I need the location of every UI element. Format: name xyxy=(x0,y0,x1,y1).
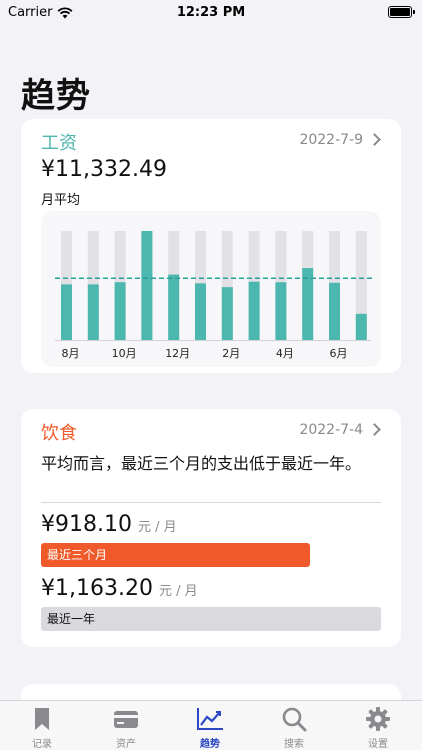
tab-label: 资产 xyxy=(116,739,136,750)
status-time: 12:23 PM xyxy=(176,5,246,20)
tab-records[interactable]: 记录 xyxy=(12,705,72,750)
salary-trend-card[interactable]: 工资 2022-7-9 ¥11,332.49 月平均 8月 10月 12月 2月 4月 6… xyxy=(21,119,401,373)
chart-bar xyxy=(275,282,287,340)
gear-icon xyxy=(366,707,390,731)
year-amount: ¥1,163.20 xyxy=(41,576,153,601)
card-icon xyxy=(114,711,138,728)
chart-tick-label: 10月 xyxy=(112,347,137,360)
divider xyxy=(41,502,381,503)
chart-bar xyxy=(355,313,367,340)
chart-bar xyxy=(114,282,126,340)
recent-amount-row: ¥918.10 元 / 月 xyxy=(41,512,177,537)
tab-assets[interactable]: 资产 xyxy=(96,705,156,750)
tab-search[interactable]: 搜索 xyxy=(264,705,324,750)
recent-amount: ¥918.10 xyxy=(41,512,132,537)
chart-tick-label: 12月 xyxy=(165,347,190,360)
chart-tick-label: 2月 xyxy=(222,347,240,360)
search-icon xyxy=(282,707,307,732)
tab-label: 记录 xyxy=(32,739,52,750)
chart-tick-label: 6月 xyxy=(330,347,348,360)
year-bar-label: 最近一年 xyxy=(47,612,96,626)
recent-unit: 元 / 月 xyxy=(137,520,177,535)
tab-settings[interactable]: 设置 xyxy=(348,705,408,750)
chevron-right-icon[interactable] xyxy=(368,423,381,436)
chart-bar xyxy=(87,284,99,340)
year-unit: 元 / 月 xyxy=(158,584,198,599)
chart-bar xyxy=(168,274,180,340)
bookmark-icon xyxy=(35,708,49,730)
status-bar: Carrier 12:23 PM xyxy=(0,0,422,24)
tab-bar: 记录 资产 趋势 搜索 设置 xyxy=(0,700,422,750)
chart-bar xyxy=(329,282,340,340)
salary-card-date: 2022-7-9 xyxy=(299,132,363,148)
salary-bar-chart: 8月 10月 12月 2月 4月 6月 xyxy=(41,211,381,367)
salary-chart-svg: 8月 10月 12月 2月 4月 6月 xyxy=(55,231,373,360)
chart-bar xyxy=(141,231,153,340)
chart-tick-label: 4月 xyxy=(276,347,294,360)
recent-bar-label: 最近三个月 xyxy=(47,548,108,562)
chart-bar xyxy=(195,283,206,340)
food-statement: 平均而言，最近三个月的支出低于最近一年。 xyxy=(41,454,362,473)
tab-label: 搜索 xyxy=(284,739,304,750)
chart-bar xyxy=(248,281,260,340)
chart-tick-label: 8月 xyxy=(62,347,80,360)
recent-bar: 最近三个月 xyxy=(41,543,310,567)
food-trend-card[interactable]: 饮食 2022-7-4 平均而言，最近三个月的支出低于最近一年。 ¥918.10… xyxy=(21,409,401,647)
page-title: 趋势 xyxy=(21,76,91,116)
food-card-date: 2022-7-4 xyxy=(299,422,363,438)
tab-trends[interactable]: 趋势 xyxy=(180,705,240,750)
chart-icon xyxy=(197,708,223,730)
chart-bar xyxy=(221,287,233,340)
chart-bar xyxy=(61,284,72,340)
battery-icon xyxy=(388,6,415,18)
tab-label: 趋势 xyxy=(200,739,220,750)
food-card-title: 饮食 xyxy=(41,423,77,444)
year-amount-row: ¥1,163.20 元 / 月 xyxy=(41,576,198,601)
chevron-right-icon[interactable] xyxy=(368,133,381,146)
salary-card-title: 工资 xyxy=(41,133,77,154)
tab-label: 设置 xyxy=(368,739,388,750)
year-bar: 最近一年 xyxy=(41,607,381,631)
salary-average-amount: ¥11,332.49 xyxy=(41,157,167,182)
salary-average-caption: 月平均 xyxy=(41,193,81,208)
